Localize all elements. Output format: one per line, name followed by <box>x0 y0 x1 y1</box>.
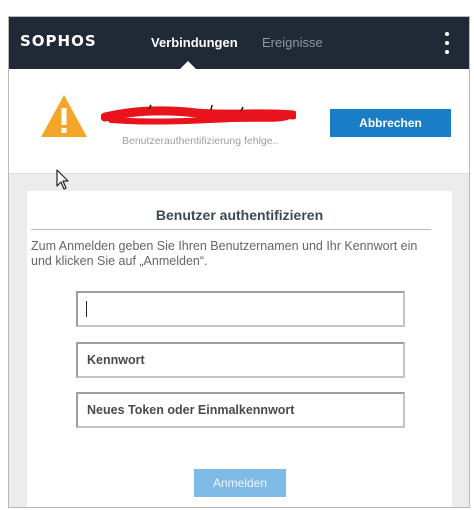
cancel-button[interactable]: Abbrechen <box>330 109 451 137</box>
tab-ereignisse[interactable]: Ereignisse <box>262 35 323 50</box>
status-message: Benutzerauthentifizierung fehlge.. <box>122 135 279 147</box>
active-tab-indicator <box>180 61 196 69</box>
auth-instructions: Zum Anmelden geben Sie Ihren Benutzernam… <box>31 239 418 268</box>
username-input[interactable] <box>76 291 405 327</box>
connection-status-panel: Benutzerauthentifizierung fehlge.. Abbre… <box>9 69 469 174</box>
auth-card: Benutzer authentifizieren Zum Anmelden g… <box>27 191 452 507</box>
login-button[interactable]: Anmelden <box>194 469 286 497</box>
password-input[interactable] <box>76 342 405 378</box>
app-header: SOPHOS Verbindungen Ereignisse <box>9 17 469 69</box>
sophos-logo: SOPHOS <box>20 32 97 50</box>
warning-icon <box>41 95 87 137</box>
mouse-pointer-icon <box>56 169 69 190</box>
title-divider <box>31 229 431 230</box>
auth-title: Benutzer authentifizieren <box>155 207 324 223</box>
vpn-client-window: SOPHOS Verbindungen Ereignisse Benutzera… <box>8 16 470 508</box>
token-input[interactable] <box>76 392 405 428</box>
text-caret <box>86 301 87 317</box>
tab-verbindungen[interactable]: Verbindungen <box>151 35 238 50</box>
connection-name-redacted <box>101 104 296 125</box>
more-options-icon[interactable] <box>440 32 454 54</box>
